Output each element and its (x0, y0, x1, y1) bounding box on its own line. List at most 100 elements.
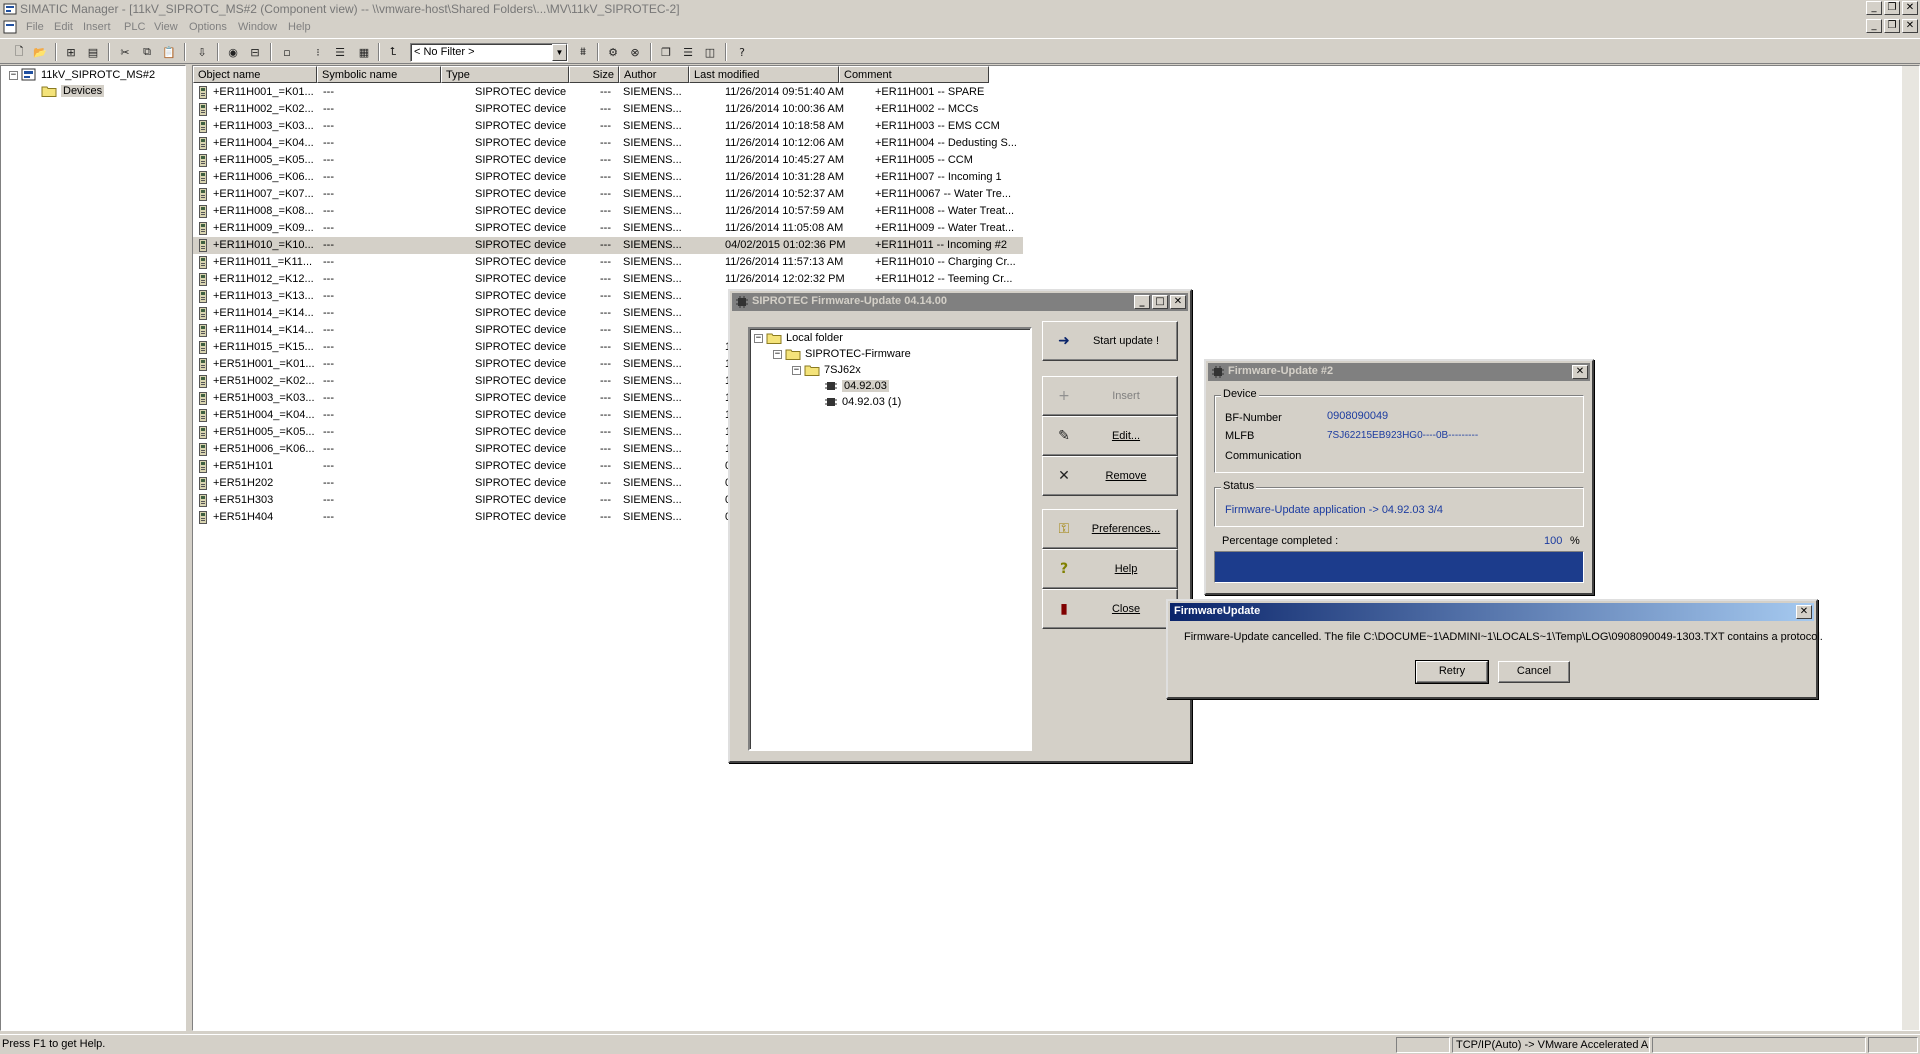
cell-size: --- (600, 290, 611, 302)
menu-insert[interactable]: Insert (83, 21, 111, 33)
menu-help[interactable]: Help (288, 21, 311, 33)
minimize-button[interactable]: _ (1134, 295, 1150, 309)
doc-restore-button[interactable]: ❐ (1884, 19, 1900, 33)
cell-object-name: +ER11H007_=K07... (213, 188, 314, 200)
simatic-app-icon[interactable] (3, 2, 17, 16)
table-row[interactable]: +ER11H012_=K12... --- SIPROTEC device --- SI… (193, 271, 1023, 288)
column-header-comment[interactable]: Comment (839, 66, 989, 83)
retry-button[interactable]: Retry (1416, 661, 1488, 683)
collapse-icon[interactable]: − (754, 333, 763, 343)
table-row[interactable]: +ER11H010_=K10... --- SIPROTEC device --- SI… (193, 237, 1023, 254)
tree-item-devices[interactable]: Devices (41, 83, 105, 99)
table-row[interactable]: +ER11H004_=K04... --- SIPROTEC device --- SI… (193, 135, 1023, 152)
list-icon[interactable]: ☰ (331, 43, 349, 61)
memory-card-icon[interactable]: ▤ (84, 43, 102, 61)
table-row[interactable]: +ER11H003_=K03... --- SIPROTEC device --- SI… (193, 118, 1023, 135)
filter-select[interactable]: < No Filter > ▼ (410, 43, 568, 62)
menu-window[interactable]: Window (238, 21, 277, 33)
chevron-down-icon[interactable]: ▼ (552, 44, 567, 61)
doc-minimize-button[interactable]: _ (1866, 19, 1882, 33)
context-help-icon[interactable]: ? (733, 43, 751, 61)
table-row[interactable]: +ER11H001_=K01... --- SIPROTEC device --- SI… (193, 84, 1023, 101)
menu-options[interactable]: Options (189, 21, 227, 33)
download-icon[interactable]: ⇩ (193, 43, 211, 61)
menu-file[interactable]: File (26, 21, 44, 33)
close-button[interactable]: ✕ (1572, 365, 1588, 379)
table-row[interactable]: +ER11H011_=K11... --- SIPROTEC device --- SI… (193, 254, 1023, 271)
vertical-scrollbar[interactable] (1902, 66, 1919, 1030)
close-button[interactable]: ✕ (1796, 605, 1812, 619)
toolbar-separator (597, 43, 599, 61)
menu-plc[interactable]: PLC (124, 21, 145, 33)
table-row[interactable]: +ER11H006_=K06... --- SIPROTEC device --- SI… (193, 169, 1023, 186)
firmware-dialog-titlebar[interactable]: SIPROTEC Firmware-Update 04.14.00 _ □ ✕ (732, 293, 1188, 311)
table-row[interactable]: +ER11H007_=K07... --- SIPROTEC device --- SI… (193, 186, 1023, 203)
column-header-symbolic-name[interactable]: Symbolic name (317, 66, 441, 83)
cell-symbolic-name: --- (323, 494, 334, 506)
tile-vertical-icon[interactable]: ◫ (701, 43, 719, 61)
preferences-button[interactable]: ⚿ Preferences... (1042, 509, 1178, 549)
table-row[interactable]: +ER11H002_=K02... --- SIPROTEC device --- SI… (193, 101, 1023, 118)
up-one-level-icon[interactable]: ⮤ (384, 43, 402, 61)
close-button[interactable]: ✕ (1902, 1, 1918, 15)
cut-icon[interactable]: ✂ (116, 43, 134, 61)
document-window-icon[interactable] (3, 20, 17, 34)
message-dialog-titlebar[interactable]: FirmwareUpdate ✕ (1170, 603, 1814, 621)
cancel-button[interactable]: Cancel (1498, 661, 1570, 683)
minimize-button[interactable]: _ (1866, 1, 1882, 15)
insert-button[interactable]: + Insert (1042, 376, 1178, 416)
project-tree[interactable]: − 11kV_SIPROTC_MS#2 Devices (0, 65, 186, 1031)
mlfb-value: 7SJ62215EB923HG0----0B--------- (1327, 430, 1479, 441)
help-button[interactable]: ? Help (1042, 549, 1178, 589)
column-header-author[interactable]: Author (619, 66, 689, 83)
tree-item-local-folder[interactable]: − Local folder (754, 330, 843, 346)
open-icon[interactable]: 📂 (31, 43, 49, 61)
table-row[interactable]: +ER11H008_=K08... --- SIPROTEC device --- SI… (193, 203, 1023, 220)
filter-settings-icon[interactable]: ⩩ (574, 43, 592, 61)
small-icons-icon[interactable]: ⁝ (309, 43, 327, 61)
collapse-icon[interactable]: − (9, 70, 18, 80)
tree-item-version-04-92-03-1[interactable]: 04.92.03 (1) (824, 394, 901, 410)
column-header-last-modified[interactable]: Last modified (689, 66, 839, 83)
menu-edit[interactable]: Edit (54, 21, 73, 33)
close-dialog-button[interactable]: ▮ Close (1042, 589, 1178, 629)
large-icons-icon[interactable]: ▫ (278, 43, 296, 61)
start-update-button[interactable]: ➜ Start update ! (1042, 321, 1178, 361)
progress-dialog-titlebar[interactable]: Firmware-Update #2 ✕ (1208, 363, 1590, 381)
new-icon[interactable]: 🗋 (10, 43, 28, 61)
menu-view[interactable]: View (154, 21, 178, 33)
accessible-nodes-icon[interactable]: ⊞ (62, 43, 80, 61)
collapse-icon[interactable]: − (792, 365, 801, 375)
collapse-icon[interactable]: − (773, 349, 782, 359)
cell-author: SIEMENS... (623, 239, 682, 251)
paste-icon[interactable]: 📋 (160, 43, 178, 61)
cascade-icon[interactable]: ❐ (657, 43, 675, 61)
column-header-type[interactable]: Type (441, 66, 569, 83)
offline-icon[interactable]: ⊟ (246, 43, 264, 61)
tree-root[interactable]: − 11kV_SIPROTC_MS#2 (9, 67, 155, 83)
cell-size: --- (600, 392, 611, 404)
tree-item-version-04-92-03[interactable]: 04.92.03 (824, 378, 889, 394)
copy-icon[interactable]: ⧉ (138, 43, 156, 61)
close-button[interactable]: ✕ (1170, 295, 1186, 309)
column-header-size[interactable]: Size (569, 66, 619, 83)
maximize-button[interactable]: □ (1152, 295, 1168, 309)
restore-button[interactable]: ❐ (1884, 1, 1900, 15)
cell-type: SIPROTEC device (475, 120, 567, 132)
simulation-icon[interactable]: ⚙ (604, 43, 622, 61)
firmware-tree[interactable]: − Local folder − SIPROTEC-Firmware − 7SJ… (748, 327, 1032, 751)
table-row[interactable]: +ER11H009_=K09... --- SIPROTEC device --- SI… (193, 220, 1023, 237)
online-icon[interactable]: ◉ (224, 43, 242, 61)
column-header-object-name[interactable]: Object name (193, 66, 317, 83)
details-icon[interactable]: ▦ (355, 43, 373, 61)
module-state-icon[interactable]: ⊗ (626, 43, 644, 61)
tile-horizontal-icon[interactable]: ☰ (679, 43, 697, 61)
folder-icon (41, 86, 57, 97)
remove-button[interactable]: ✕ Remove (1042, 456, 1178, 496)
tree-item-siprotec-firmware[interactable]: − SIPROTEC-Firmware (773, 346, 911, 362)
cell-type: SIPROTEC device (475, 205, 567, 217)
table-row[interactable]: +ER11H005_=K05... --- SIPROTEC device --- SI… (193, 152, 1023, 169)
doc-close-button[interactable]: ✕ (1902, 19, 1918, 33)
edit-button[interactable]: ✎ Edit... (1042, 416, 1178, 456)
tree-item-7sj62x[interactable]: − 7SJ62x (792, 362, 861, 378)
